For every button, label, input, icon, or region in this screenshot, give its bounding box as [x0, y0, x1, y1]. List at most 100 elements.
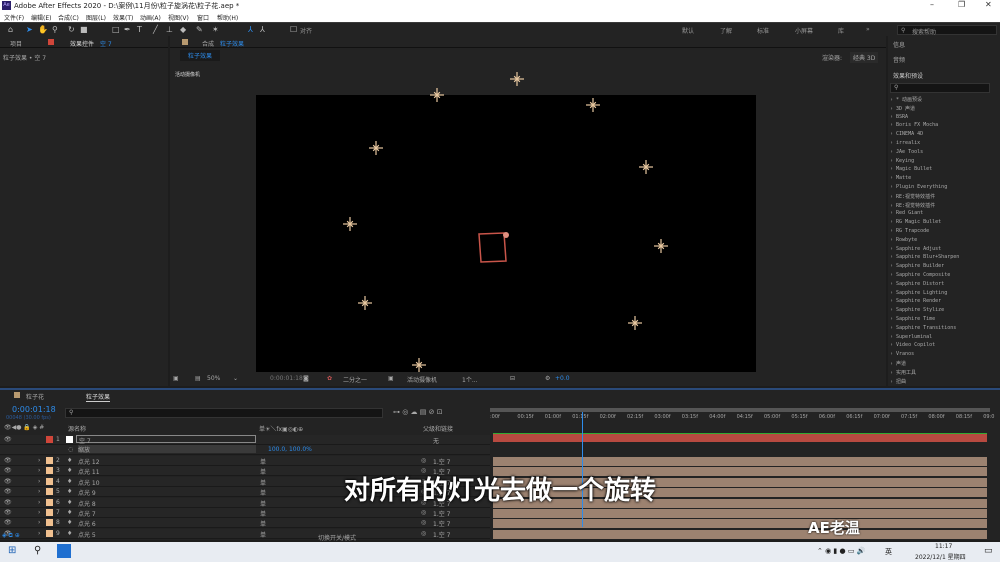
layer-name[interactable]: 点光 7 [78, 509, 96, 518]
layer-row[interactable]: 👁 › 8 ♦ 点光 6 单 ◎ 1.空 7 [0, 518, 490, 529]
scale-value[interactable]: 100.0, 100.0% [268, 446, 312, 453]
axis-local-icon[interactable]: ⅄ [248, 25, 253, 34]
taskbar-app-icon[interactable] [57, 544, 71, 558]
close-button[interactable]: ✕ [985, 0, 992, 9]
layer-search-input[interactable]: ⚲ [65, 408, 383, 418]
workspace-library[interactable]: 库 [838, 26, 844, 35]
selection-tool-icon[interactable]: ➤ [26, 25, 33, 34]
label-color[interactable] [46, 509, 53, 516]
zoom-tool-icon[interactable]: ⚲ [52, 25, 58, 34]
visibility-icon[interactable]: 👁 [4, 519, 12, 526]
stamp-tool-icon[interactable]: ⊥ [166, 25, 173, 34]
effect-category[interactable]: › Boris FX Mocha [890, 122, 938, 128]
maximize-button[interactable]: ❐ [958, 0, 965, 9]
view-options-icon[interactable]: ⊟ [510, 375, 515, 382]
parent-select[interactable]: 无 [433, 436, 439, 445]
eraser-tool-icon[interactable]: ◆ [180, 25, 186, 34]
shy-switch[interactable]: 单 [260, 530, 266, 539]
expand-chevron-icon[interactable]: › [38, 457, 40, 464]
effect-category[interactable]: › BSRA [890, 114, 908, 120]
search-icon[interactable]: ⚲ [34, 545, 41, 556]
snap-checkbox[interactable]: ☐ [290, 25, 297, 34]
ime-indicator[interactable]: 英 [885, 547, 892, 557]
effect-category[interactable]: › irrealix [890, 140, 920, 146]
layer-row-null[interactable]: 👁 1 空 7 无 [0, 435, 490, 445]
hand-tool-icon[interactable]: ✋ [38, 25, 48, 34]
tab-effect-controls[interactable]: 效果控件 [70, 39, 94, 48]
menu-file[interactable]: 文件(F) [4, 13, 24, 22]
effect-category[interactable]: › Red Giant [890, 210, 923, 216]
workspace-learn[interactable]: 了解 [720, 26, 732, 35]
effect-category[interactable]: › RG Magic Bullet [890, 219, 941, 225]
pickwhip-icon[interactable]: ◎ [421, 509, 426, 516]
mask-view-icon[interactable]: ▤ [195, 375, 201, 382]
zoom-select[interactable]: 50% [207, 375, 220, 382]
axis-world-icon[interactable]: ⅄ [260, 25, 265, 34]
work-area-bar[interactable] [490, 408, 990, 412]
menu-animation[interactable]: 动画(A) [140, 13, 161, 22]
windows-start-icon[interactable]: ⊞ [8, 545, 16, 556]
pen-tool-icon[interactable]: ✒ [124, 25, 131, 34]
expand-chevron-icon[interactable]: › [38, 509, 40, 516]
label-color[interactable] [46, 529, 53, 537]
layer-row[interactable]: 👁 › 2 ♦ 点光 12 单 ◎ 1.空 7 [0, 456, 490, 466]
label-color[interactable] [46, 457, 53, 464]
clock-date[interactable]: 2022/12/1 星期四 [915, 552, 966, 561]
label-color[interactable] [46, 436, 53, 443]
effect-category[interactable]: › Keying [890, 158, 914, 164]
shy-switch[interactable]: 单 [260, 457, 266, 466]
parent-select[interactable]: 1.空 7 [433, 457, 450, 466]
pickwhip-icon[interactable]: ◎ [421, 519, 426, 526]
effect-category[interactable]: › Sapphire Builder [890, 263, 944, 269]
pickwhip-icon[interactable]: ◎ [421, 457, 426, 464]
layer-duration-bar[interactable] [493, 529, 987, 539]
effect-category[interactable]: › RE:视觉特效插件 [890, 202, 935, 209]
notification-icon[interactable]: ▭ [984, 546, 993, 556]
tab-composition[interactable]: 粒子效果 [220, 39, 244, 48]
workspace-default[interactable]: 默认 [682, 26, 694, 35]
text-tool-icon[interactable]: T [137, 25, 142, 34]
renderer-select[interactable]: 经典 3D [850, 52, 879, 63]
layer-duration-bar[interactable] [493, 509, 987, 518]
effect-category[interactable]: › Video Copilot [890, 342, 935, 348]
effect-category[interactable]: › Sapphire Render [890, 298, 941, 304]
audio-panel-tab[interactable]: 音频 [893, 55, 905, 64]
workspace-standard[interactable]: 标准 [757, 26, 769, 35]
source-name-header[interactable]: 源名称 [68, 424, 86, 433]
menu-help[interactable]: 帮助(H) [217, 13, 238, 22]
layer-name[interactable]: 点光 6 [78, 519, 96, 528]
effect-category[interactable]: › Sapphire Blur+Sharpen [890, 254, 959, 260]
effect-category[interactable]: › Sapphire Distort [890, 281, 944, 287]
visibility-icon[interactable]: 👁 [4, 509, 12, 516]
minimize-button[interactable]: – [930, 0, 934, 9]
camera-view-select[interactable]: 活动摄像机 [407, 375, 437, 384]
menu-effect[interactable]: 效果(T) [113, 13, 133, 22]
visibility-icon[interactable]: 👁 [4, 436, 12, 443]
effect-category[interactable]: › Matte [890, 175, 911, 181]
layer-name[interactable]: 空 7 [76, 435, 256, 445]
pin-tool-icon[interactable]: ✶ [212, 25, 219, 34]
current-time[interactable]: 0:00:01:18 [270, 375, 303, 382]
effect-category[interactable]: › Sapphire Stylize [890, 307, 944, 313]
effect-category[interactable]: › Superluminal [890, 334, 932, 340]
timeline-timecode[interactable]: 0:00:01:18 [12, 405, 56, 414]
effect-category[interactable]: › Plugin Everything [890, 184, 947, 190]
effect-category[interactable]: › Magic Bullet [890, 166, 932, 172]
parent-select[interactable]: 1.空 7 [433, 519, 450, 528]
channel-icon[interactable]: ✿ [327, 375, 332, 382]
property-row[interactable]: ◌ 缩放 100.0, 100.0% [0, 445, 490, 455]
effect-category[interactable]: › RE:视觉特效插件 [890, 193, 935, 200]
parent-select[interactable]: 1.空 7 [433, 530, 450, 539]
layer-row[interactable]: 👁 › 9 ♦ 点光 5 单 ◎ 1.空 7 [0, 528, 490, 539]
menu-composition[interactable]: 合成(C) [58, 13, 79, 22]
tab-project[interactable]: 项目 [10, 39, 22, 48]
rotate-tool-icon[interactable]: ↻ [68, 25, 75, 34]
timeline-tab-2[interactable]: 粒子效果 [86, 392, 111, 402]
tray-icons[interactable]: ⌃ ◉ ▮ ● ▭ 🔊 [817, 547, 865, 555]
roto-tool-icon[interactable]: ✎ [196, 25, 203, 34]
exposure-value[interactable]: +0.0 [555, 375, 570, 382]
brush-tool-icon[interactable]: ╱ [153, 25, 158, 34]
rectangle-tool-icon[interactable]: □ [112, 25, 120, 34]
shy-switch[interactable]: 单 [260, 509, 266, 518]
toggle-switches-modes[interactable]: 切换开关/模式 [318, 533, 356, 542]
